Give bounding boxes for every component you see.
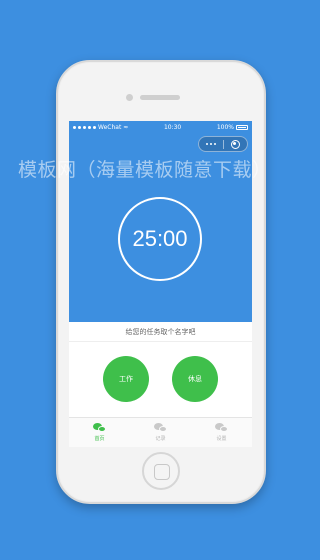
- camera-icon: [126, 94, 133, 101]
- signal-icon: [78, 126, 81, 129]
- signal-icon: [83, 126, 86, 129]
- mini-program-capsule: [198, 136, 248, 152]
- carrier-name: WeChat: [98, 124, 122, 131]
- timer-display: 25:00: [132, 226, 188, 251]
- wechat-icon: [93, 423, 106, 433]
- timer-ring: 25:00: [118, 197, 202, 281]
- carrier-info: WeChat ≈: [73, 124, 128, 131]
- battery-info: 100%: [217, 124, 248, 131]
- battery-icon: [236, 125, 248, 130]
- tab-label: 记录: [155, 436, 166, 442]
- tab-records[interactable]: 记录: [130, 418, 191, 447]
- signal-icon: [93, 126, 96, 129]
- tab-settings[interactable]: 设置: [191, 418, 252, 447]
- tab-bar: 首页 记录 设置: [69, 417, 252, 447]
- wifi-icon: ≈: [123, 124, 129, 131]
- status-bar: WeChat ≈ 10:30 100%: [69, 121, 252, 134]
- dot-icon: [205, 143, 208, 145]
- task-name-input[interactable]: 给您的任务取个名字吧: [69, 322, 252, 342]
- watermark-text: 模板网（海量模板随意下载）: [18, 159, 272, 181]
- status-time: 10:30: [163, 124, 182, 131]
- signal-icon: [73, 126, 76, 129]
- target-icon: [230, 139, 240, 149]
- task-name-placeholder: 给您的任务取个名字吧: [125, 327, 196, 336]
- tab-home[interactable]: 首页: [69, 418, 130, 447]
- rest-button[interactable]: 休息: [172, 356, 218, 402]
- wechat-icon: [215, 423, 228, 433]
- tab-label: 设置: [216, 436, 227, 442]
- more-options-button[interactable]: [199, 137, 223, 151]
- battery-percent: 100%: [216, 124, 234, 131]
- tab-label: 首页: [94, 436, 105, 442]
- wechat-icon: [154, 423, 167, 433]
- speaker-grille: [140, 95, 180, 100]
- dot-icon: [213, 143, 216, 145]
- close-mini-program-button[interactable]: [224, 137, 248, 151]
- dot-icon: [209, 143, 212, 145]
- signal-icon: [88, 126, 91, 129]
- work-button[interactable]: 工作: [103, 356, 149, 402]
- home-button[interactable]: [142, 452, 180, 490]
